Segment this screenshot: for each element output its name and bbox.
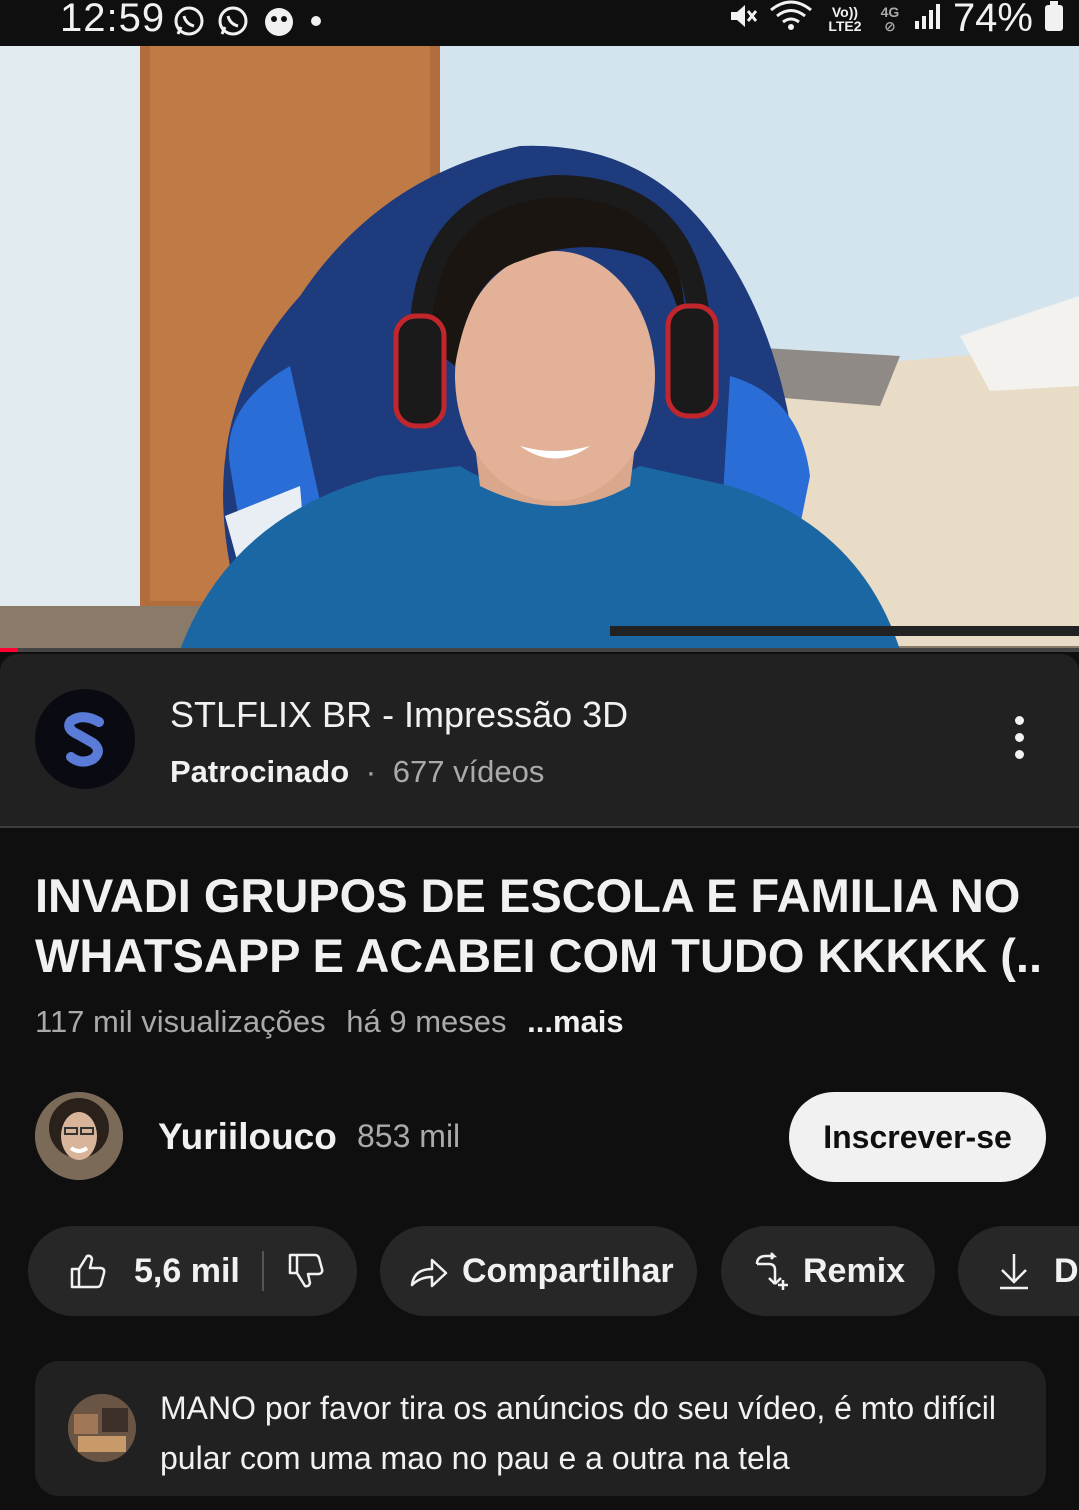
whatsapp-business-icon [216, 4, 250, 43]
sponsored-label: Patrocinado [170, 754, 350, 789]
like-dislike-group: 5,6 mil [28, 1226, 357, 1316]
subscriber-count: 853 mil [357, 1118, 461, 1154]
volte-label: Vo)) [831, 3, 859, 20]
status-notification-icons [172, 4, 324, 43]
ad-separator: · [365, 754, 377, 789]
dislike-button[interactable] [286, 1251, 326, 1291]
battery-icon [1043, 0, 1065, 38]
channel-name[interactable]: Yuriilouco [158, 1116, 337, 1158]
ad-title[interactable]: STLFLIX BR - Impressão 3D [170, 694, 628, 736]
video-meta[interactable]: 117 mil visualizações há 9 meses ...mais [35, 1004, 636, 1040]
upload-age: há 9 meses [346, 1004, 507, 1039]
battery-percent: 74% [952, 0, 1033, 40]
status-time: 12:59 [60, 0, 166, 40]
video-player[interactable] [0, 46, 1079, 650]
divider [0, 826, 1079, 828]
share-button[interactable]: Compartilhar [380, 1226, 697, 1316]
remix-icon [755, 1252, 788, 1290]
whatsapp-icon [172, 4, 206, 43]
video-progress-bar[interactable] [0, 648, 1079, 652]
stlflix-logo-icon [64, 712, 104, 767]
advertiser-avatar[interactable] [35, 689, 135, 789]
channel-avatar-image [35, 1092, 123, 1180]
share-label: Compartilhar [462, 1251, 674, 1290]
more-options-icon[interactable] [1009, 716, 1029, 766]
wifi-icon [769, 0, 813, 37]
network-4g-indicator: 4G ⊘ [877, 5, 903, 33]
video-title-line-2: WHATSAPP E ACABEI COM TUDO KKKKK (.. [35, 929, 1043, 982]
remix-label: Remix [803, 1251, 906, 1290]
thumbs-up-icon [70, 1254, 106, 1289]
ad-video-count: 677 vídeos [392, 754, 545, 789]
remix-button[interactable]: Remix [721, 1226, 935, 1316]
more-description-link[interactable]: ...mais [527, 1004, 624, 1039]
commenter-avatar-image [68, 1394, 136, 1462]
like-count: 5,6 mil [134, 1251, 240, 1290]
mute-icon [727, 0, 759, 37]
signal-icon [913, 1, 943, 36]
download-button[interactable]: D [958, 1226, 1079, 1316]
video-frame [0, 46, 1079, 650]
no-data-icon: ⊘ [884, 17, 896, 34]
share-icon [410, 1258, 448, 1288]
like-divider [261, 1251, 264, 1291]
subscribe-button[interactable]: Inscrever-se [789, 1092, 1046, 1182]
commenter-avatar [68, 1394, 136, 1462]
status-bar: 12:59 Vo)) LTE2 4G ⊘ 74% [0, 0, 1079, 46]
video-title[interactable]: INVADI GRUPOS DE ESCOLA E FAMILIA NO WHA… [35, 866, 1045, 986]
download-icon [1000, 1254, 1028, 1290]
network-indicator: Vo)) LTE2 [823, 5, 867, 33]
comment-text: MANO por favor tira os anúncios do seu v… [160, 1390, 996, 1476]
status-system-icons: Vo)) LTE2 4G ⊘ 74% [727, 0, 1065, 41]
download-label: D [1054, 1251, 1079, 1290]
lte-label: LTE2 [828, 17, 862, 34]
channel-avatar[interactable] [35, 1092, 123, 1180]
notification-icon [260, 4, 298, 43]
network-4g-label: 4G [880, 3, 900, 20]
like-button[interactable]: 5,6 mil [68, 1251, 240, 1291]
view-count: 117 mil visualizações [35, 1004, 326, 1039]
dot-icon [308, 4, 324, 43]
comments-teaser[interactable]: MANO por favor tira os anúncios do seu v… [35, 1361, 1046, 1496]
ad-subtitle: Patrocinado · 677 vídeos [170, 754, 544, 790]
video-progress-fill [0, 648, 19, 652]
video-title-line-1: INVADI GRUPOS DE ESCOLA E FAMILIA NO [35, 869, 1021, 922]
sponsored-ad-card[interactable]: STLFLIX BR - Impressão 3D Patrocinado · … [0, 654, 1079, 828]
thumbs-down-icon [288, 1253, 324, 1288]
